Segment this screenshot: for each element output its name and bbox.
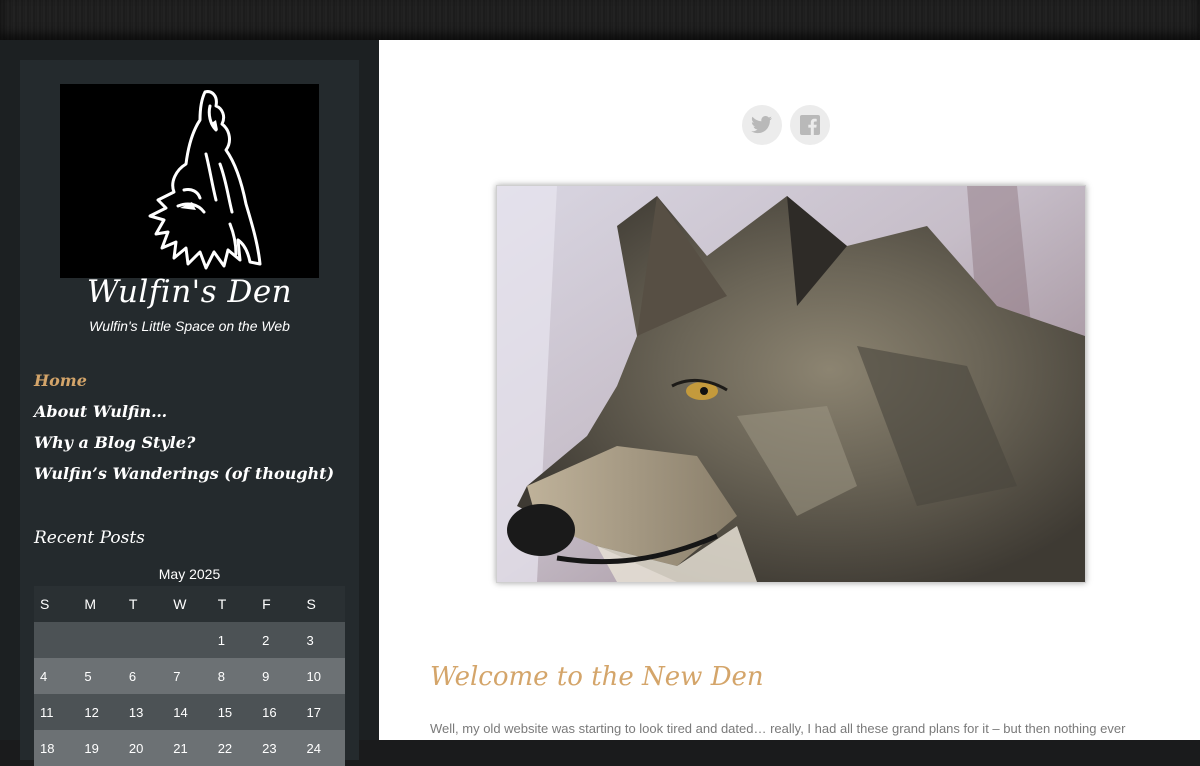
weekday-header: W [167,586,212,622]
main-content: Welcome to the New Den Well, my old webs… [379,40,1200,740]
post-title[interactable]: Welcome to the New Den [430,662,764,692]
calendar-day: 13 [122,694,168,730]
weekday-header: T [211,586,257,622]
calendar-day: 10 [300,658,345,694]
calendar-day: 4 [34,658,79,694]
weekday-header: F [256,586,301,622]
calendar-day: 7 [167,658,212,694]
calendar-day: 3 [300,622,345,658]
calendar-day: 5 [78,658,123,694]
calendar-day: 14 [167,694,212,730]
calendar-day: 2 [256,622,301,658]
calendar-day: 9 [256,658,301,694]
wolf-howling-logo-icon [148,90,262,270]
nav-item-wanderings[interactable]: Wulfin’s Wanderings (of thought) [34,463,334,494]
site-title[interactable]: Wulfin's Den [20,274,359,310]
main-navigation: Home About Wulfin… Why a Blog Style? Wul… [34,370,334,494]
calendar-week-row: 4 5 6 7 8 9 10 [34,658,345,694]
post-excerpt: Well, my old website was starting to loo… [430,721,1126,736]
site-logo[interactable] [60,84,319,278]
calendar-day: 18 [34,730,79,766]
nav-item-about[interactable]: About Wulfin… [34,401,334,432]
calendar-week-row: 11 12 13 14 15 16 17 [34,694,345,730]
calendar-day: 1 [211,622,257,658]
nav-item-blog-style[interactable]: Why a Blog Style? [34,432,334,463]
wolf-photo-icon [497,186,1085,582]
calendar: S M T W T F S 1 2 3 4 5 6 7 8 9 10 11 12… [34,586,345,766]
calendar-day: 12 [78,694,123,730]
weekday-header: S [300,586,345,622]
facebook-icon [800,115,820,135]
calendar-day: 15 [211,694,257,730]
nav-item-home[interactable]: Home [34,370,334,401]
sidebar: Wulfin's Den Wulfin's Little Space on th… [20,60,359,766]
calendar-week-row: 1 2 3 [34,622,345,658]
twitter-button[interactable] [742,105,782,145]
facebook-button[interactable] [790,105,830,145]
calendar-day: 20 [122,730,168,766]
top-texture-bar [0,0,1200,40]
calendar-day: 24 [300,730,345,766]
calendar-day: 19 [78,730,123,766]
calendar-day [122,622,168,658]
featured-image-wolf[interactable] [496,185,1086,583]
calendar-day: 22 [211,730,257,766]
calendar-week-row: 18 19 20 21 22 23 24 [34,730,345,766]
weekday-header: S [34,586,79,622]
calendar-day: 23 [256,730,301,766]
calendar-day [78,622,123,658]
calendar-day: 11 [34,694,79,730]
social-share [742,105,830,145]
calendar-day [167,622,212,658]
calendar-day: 17 [300,694,345,730]
calendar-day [34,622,79,658]
twitter-icon [751,116,772,134]
recent-posts-heading: Recent Posts [34,528,145,548]
calendar-day: 21 [167,730,212,766]
weekday-header: M [78,586,123,622]
weekday-header: T [122,586,168,622]
calendar-day: 16 [256,694,301,730]
calendar-header-row: S M T W T F S [34,586,345,622]
calendar-day: 8 [211,658,257,694]
calendar-caption: May 2025 [158,566,221,582]
calendar-day: 6 [122,658,168,694]
site-tagline: Wulfin's Little Space on the Web [89,318,290,334]
